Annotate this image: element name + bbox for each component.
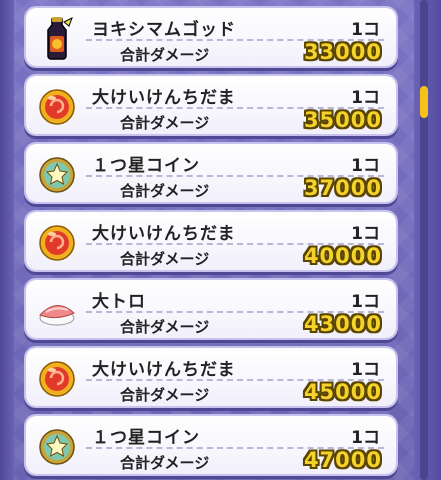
- item-quantity: 1コ: [351, 360, 380, 380]
- damage-label: 合計ダメージ: [120, 250, 210, 268]
- damage-label: 合計ダメージ: [120, 46, 210, 64]
- tuna-sushi-icon: [34, 288, 80, 332]
- item-quantity: 1コ: [351, 428, 380, 448]
- item-damage-list[interactable]: ヨキシマムゴッド 1コ 合計ダメージ 33000 大けいけんちだま 1コ 合計ダ…: [26, 0, 396, 480]
- list-item[interactable]: 大トロ 1コ 合計ダメージ 43000: [26, 280, 396, 338]
- damage-label: 合計ダメージ: [120, 318, 210, 336]
- damage-value: 43000: [303, 312, 382, 336]
- item-name: 大けいけんちだま: [92, 224, 236, 244]
- list-item[interactable]: 大けいけんちだま 1コ 合計ダメージ 45000: [26, 348, 396, 406]
- damage-label: 合計ダメージ: [120, 182, 210, 200]
- item-quantity: 1コ: [351, 292, 380, 312]
- damage-value: 45000: [303, 380, 382, 404]
- damage-label: 合計ダメージ: [120, 386, 210, 404]
- red-orb-icon: [34, 220, 80, 264]
- damage-value: 47000: [303, 448, 382, 472]
- red-orb-icon: [34, 84, 80, 128]
- item-quantity: 1コ: [351, 224, 380, 244]
- item-name: 大けいけんちだま: [92, 88, 236, 108]
- damage-label: 合計ダメージ: [120, 454, 210, 472]
- damage-value: 37000: [303, 176, 382, 200]
- star-coin-icon: [34, 424, 80, 468]
- red-orb-icon: [34, 356, 80, 400]
- item-name: 大トロ: [92, 292, 146, 312]
- item-name: ヨキシマムゴッド: [92, 20, 236, 40]
- item-quantity: 1コ: [351, 88, 380, 108]
- damage-value: 33000: [303, 40, 382, 64]
- item-name: １つ星コイン: [92, 156, 200, 176]
- star-coin-icon: [34, 152, 80, 196]
- item-name: １つ星コイン: [92, 428, 200, 448]
- list-item[interactable]: １つ星コイン 1コ 合計ダメージ 47000: [26, 416, 396, 474]
- damage-value: 35000: [303, 108, 382, 132]
- sake-bottle-icon: [34, 16, 80, 60]
- list-item[interactable]: 大けいけんちだま 1コ 合計ダメージ 40000: [26, 212, 396, 270]
- list-item[interactable]: ヨキシマムゴッド 1コ 合計ダメージ 33000: [26, 8, 396, 66]
- item-name: 大けいけんちだま: [92, 360, 236, 380]
- item-quantity: 1コ: [351, 20, 380, 40]
- list-item[interactable]: １つ星コイン 1コ 合計ダメージ 37000: [26, 144, 396, 202]
- item-quantity: 1コ: [351, 156, 380, 176]
- list-item[interactable]: 大けいけんちだま 1コ 合計ダメージ 35000: [26, 76, 396, 134]
- left-frame: [0, 0, 14, 480]
- damage-label: 合計ダメージ: [120, 114, 210, 132]
- scrollbar-thumb[interactable]: [420, 86, 428, 118]
- damage-value: 40000: [303, 244, 382, 268]
- scrollbar[interactable]: [420, 0, 428, 480]
